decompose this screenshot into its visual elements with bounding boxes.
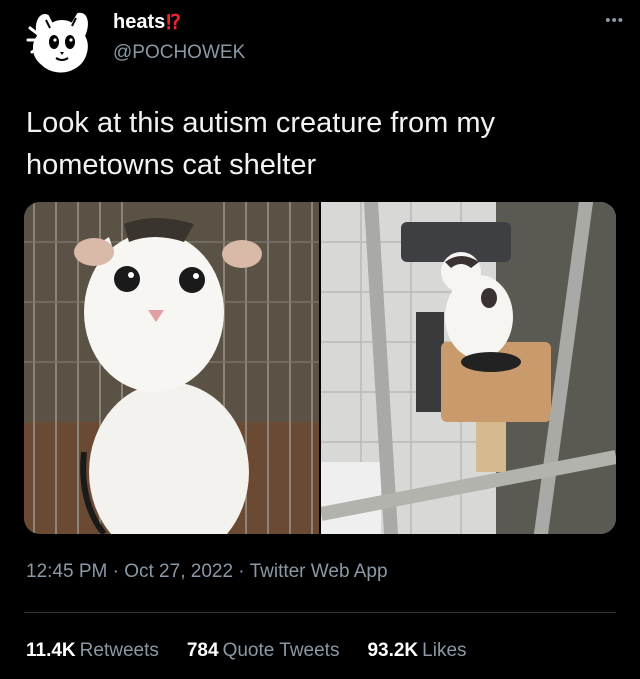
- tweet-source[interactable]: Twitter Web App: [250, 561, 388, 582]
- likes-stat[interactable]: 93.2K Likes: [367, 640, 466, 662]
- quote-tweets-label: Quote Tweets: [222, 640, 340, 661]
- quote-tweets-stat[interactable]: 784 Quote Tweets: [187, 640, 340, 662]
- retweets-label: Retweets: [79, 640, 159, 661]
- engagement-stats: 11.4K Retweets 784 Quote Tweets 93.2K Likes: [26, 640, 495, 662]
- white-cat-photo[interactable]: [24, 202, 319, 534]
- tweet-media[interactable]: [24, 202, 616, 534]
- display-name[interactable]: heats: [113, 11, 165, 34]
- retweets-count: 11.4K: [26, 640, 76, 661]
- avatar[interactable]: [24, 6, 96, 74]
- retweets-stat[interactable]: 11.4K Retweets: [26, 640, 159, 662]
- likes-count: 93.2K: [367, 640, 419, 661]
- white-cat-on-scratching-post-photo[interactable]: [321, 202, 616, 534]
- quote-tweets-count: 784: [186, 640, 219, 661]
- exclamation-question-icon: ⁉: [166, 12, 181, 34]
- divider: [24, 612, 616, 613]
- more-options-icon[interactable]: •••: [605, 12, 624, 29]
- tweet-date[interactable]: Oct 27, 2022: [124, 561, 233, 582]
- author-name-row[interactable]: heats ⁉: [113, 10, 181, 35]
- tweet-time[interactable]: 12:45 PM: [26, 561, 107, 582]
- tweet-text: Look at this autism creature from my hom…: [26, 107, 495, 181]
- meta-separator: ·: [112, 561, 119, 582]
- likes-label: Likes: [422, 640, 467, 661]
- meta-separator: ·: [238, 561, 245, 582]
- tweet-meta: 12:45 PM · Oct 27, 2022 · Twitter Web Ap…: [26, 561, 388, 583]
- author-handle[interactable]: @POCHOWEK: [113, 42, 245, 64]
- cartoon-cat-avatar-icon: [26, 12, 88, 73]
